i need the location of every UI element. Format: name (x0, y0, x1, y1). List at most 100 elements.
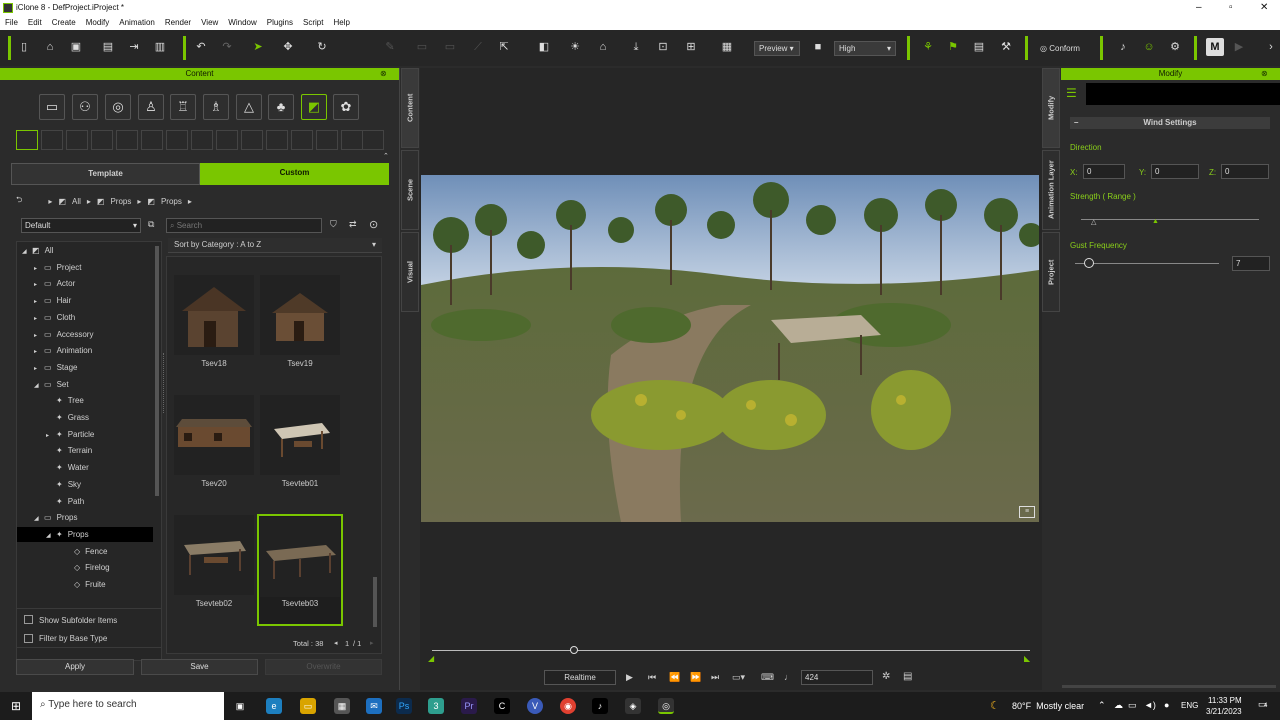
transform-disabled-icon[interactable]: ▭ (413, 38, 431, 56)
back-icon[interactable]: ⮌ (16, 194, 22, 208)
sub-slot[interactable] (91, 130, 113, 150)
hair-icon[interactable]: ◎ (105, 94, 131, 120)
tree-item[interactable]: ◇ Fence (64, 547, 107, 556)
tree-scrollbar[interactable] (155, 246, 159, 496)
clock-date[interactable]: 3/21/2023 (1206, 707, 1242, 716)
open-folder-icon[interactable]: ⌂ (41, 38, 59, 56)
sub-slot[interactable] (266, 130, 288, 150)
tree-item[interactable]: ◢ ◩ All (22, 246, 53, 255)
side-tab-scene[interactable]: Scene (401, 150, 419, 230)
project-folder-icon[interactable]: ▭ (39, 94, 65, 120)
direction-x-input[interactable]: 0 (1083, 164, 1125, 179)
item-thumbnail[interactable] (260, 275, 340, 355)
tree-expand-icon[interactable]: ◢ (34, 515, 44, 522)
iclone-icon[interactable]: ◎ (658, 698, 674, 714)
tree-item[interactable]: ◇ Fruite (64, 580, 106, 589)
tree-expand-icon[interactable]: ▸ (34, 298, 44, 305)
menu-window[interactable]: Window (223, 16, 261, 30)
media-icon[interactable]: ✿ (333, 94, 359, 120)
menu-plugins[interactable]: Plugins (262, 16, 298, 30)
sub-slot[interactable] (166, 130, 188, 150)
manage-preset-icon[interactable]: ⧉ (148, 219, 154, 230)
side-tab-visual[interactable]: Visual (401, 232, 419, 312)
export-icon[interactable]: ⇥ (125, 38, 143, 56)
timeline-playhead[interactable] (570, 646, 578, 654)
link-disabled-icon[interactable]: ⟋ (469, 38, 487, 56)
menu-circle-icon[interactable]: ⊙ (369, 218, 378, 231)
pick-parent-icon[interactable]: ⇱ (495, 38, 513, 56)
preview-dropdown[interactable]: Preview ▾ (754, 41, 800, 56)
tab-custom[interactable]: Custom (200, 163, 389, 185)
microphone-icon[interactable]: ● (1164, 700, 1169, 710)
gizmo-disabled-icon[interactable]: ✎ (381, 38, 399, 56)
conform-button[interactable]: ◎ Conform (1040, 44, 1080, 53)
mocap-icon[interactable]: ⚙ (1166, 38, 1184, 56)
tree-item[interactable]: ◇ Firelog (64, 563, 110, 572)
panel-close-icon[interactable]: ⊗ (1261, 69, 1268, 78)
breadcrumb-all[interactable]: All (72, 197, 81, 206)
menu-animation[interactable]: Animation (114, 16, 160, 30)
item-thumbnail[interactable] (260, 395, 340, 475)
sort-dropdown[interactable]: Sort by Category : A to Z ▾ (168, 238, 382, 253)
direction-y-input[interactable]: 0 (1151, 164, 1199, 179)
drop-to-floor-icon[interactable]: ⤓ (627, 38, 645, 56)
modify-scrollbar[interactable] (1062, 685, 1276, 688)
settings-icon[interactable]: ✲ (882, 671, 890, 682)
strength-min-handle[interactable]: △ (1091, 218, 1096, 226)
tree-item[interactable]: ▸ ▭ Actor (34, 279, 75, 288)
timeline-track[interactable] (432, 650, 1030, 651)
premiere-icon[interactable]: Pr (461, 698, 477, 714)
quality-dropdown[interactable]: High ▾ (834, 41, 896, 56)
sub-slot[interactable] (216, 130, 238, 150)
panel-close-icon[interactable]: ⊗ (380, 69, 387, 78)
side-tab-modify[interactable]: Modify (1042, 68, 1060, 148)
viewport-render[interactable]: ≡ (421, 175, 1039, 522)
tree-expand-icon[interactable]: ◢ (46, 532, 56, 539)
item-thumbnail[interactable] (174, 275, 254, 355)
preset-dropdown[interactable]: Default ▾ (21, 218, 141, 233)
select-arrow-icon[interactable]: ➤ (249, 38, 267, 56)
viewport-caption-icon[interactable]: ≡ (1019, 506, 1035, 518)
menu-view[interactable]: View (196, 16, 223, 30)
vpn-icon[interactable]: V (527, 698, 543, 714)
swap-icon[interactable]: ⇄ (349, 219, 357, 230)
to-end-icon[interactable]: ⏭ (711, 672, 719, 683)
home-camera-icon[interactable]: ⌂ (594, 38, 612, 56)
fit-view-icon[interactable]: ◧ (535, 38, 553, 56)
maximize-icon[interactable]: ▫ (1229, 2, 1233, 13)
sub-slot[interactable] (341, 130, 363, 150)
align-disabled-icon[interactable]: ▭ (441, 38, 459, 56)
play-icon[interactable]: ▶ (626, 672, 633, 683)
sub-slot[interactable] (116, 130, 138, 150)
edge-icon[interactable]: e (266, 698, 282, 714)
prev-frame-icon[interactable]: ⏪ (669, 672, 680, 683)
tree-item[interactable]: ✦ Grass (46, 413, 89, 422)
tool-icon[interactable]: ⚒ (997, 38, 1015, 56)
sub-slot[interactable] (316, 130, 338, 150)
stage-icon[interactable]: △ (236, 94, 262, 120)
wind-settings-header[interactable]: – Wind Settings (1070, 117, 1270, 129)
strength-max-handle[interactable]: ▲ (1152, 218, 1159, 225)
tray-chevron-icon[interactable]: ⌃ (1098, 700, 1106, 711)
playback-mode-dropdown[interactable]: Realtime (544, 670, 616, 685)
menu-help[interactable]: Help (328, 16, 354, 30)
mail-icon[interactable]: ✉ (366, 698, 382, 714)
render-video-icon[interactable]: ▤ (99, 38, 117, 56)
breadcrumb-props-sub[interactable]: Props (161, 197, 182, 206)
side-tab-project[interactable]: Project (1042, 232, 1060, 312)
tree-item[interactable]: ✦ Tree (46, 396, 84, 405)
sub-slot[interactable] (141, 130, 163, 150)
timeline-end-marker[interactable]: ◣ (1024, 654, 1030, 663)
audio-icon[interactable]: ♩ (784, 672, 793, 682)
camera-icon[interactable]: ■ (809, 38, 827, 56)
tree-item[interactable]: ◢ ▭ Set (34, 380, 69, 389)
next-frame-icon[interactable]: ⏩ (690, 672, 701, 683)
sub-slot[interactable] (241, 130, 263, 150)
tree-expand-icon[interactable]: ▸ (46, 432, 56, 439)
sub-slot[interactable] (291, 130, 313, 150)
tree-expand-icon[interactable]: ◢ (34, 382, 44, 389)
side-tab-animation-layer[interactable]: Animation Layer (1042, 150, 1060, 230)
redo-icon[interactable]: ↷ (218, 38, 236, 56)
zoom-selected-icon[interactable]: ⊞ (682, 38, 700, 56)
close-icon[interactable]: ✕ (1260, 2, 1268, 13)
